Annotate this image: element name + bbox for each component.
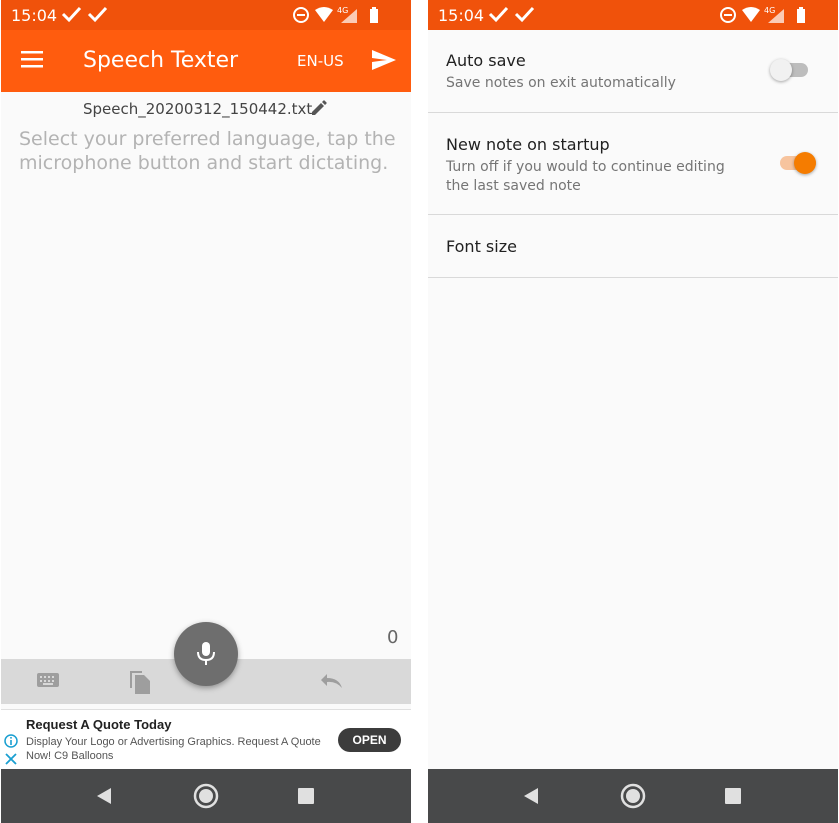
mic-button[interactable] [174, 622, 238, 686]
ad-title[interactable]: Request A Quote Today [26, 717, 171, 732]
status-icons: 4G [718, 4, 828, 31]
speech-texter-screen: 15:04 4G Speech Texter EN-US Speech_2020… [1, 0, 411, 823]
menu-icon[interactable] [21, 50, 43, 73]
word-count: 0 [387, 627, 399, 648]
status-time: 15:04 [438, 6, 485, 25]
dnd-icon [293, 7, 309, 23]
signal-icon: 4G [764, 6, 784, 23]
home-icon[interactable] [192, 782, 220, 815]
check-icon [488, 6, 535, 23]
system-nav-bar [428, 769, 838, 823]
settings-screen: 15:04 4G Auto save Save notes on exit au… [428, 0, 838, 823]
setting-font-size[interactable]: Font size [428, 215, 838, 278]
wifi-icon [742, 7, 760, 22]
edit-icon[interactable] [310, 99, 328, 122]
undo-icon[interactable] [319, 673, 345, 694]
send-icon[interactable] [371, 49, 397, 76]
check-icons [61, 4, 109, 29]
recents-icon[interactable] [297, 787, 315, 810]
language-selector[interactable]: EN-US [297, 52, 344, 70]
system-nav-bar [1, 769, 411, 823]
ad-body[interactable]: Display Your Logo or Advertising Graphic… [26, 735, 336, 763]
ad-open-button[interactable]: OPEN [338, 728, 401, 752]
check-icon [61, 6, 108, 23]
dnd-icon [720, 7, 736, 23]
status-bar: 15:04 4G [428, 0, 838, 30]
dictation-text-area[interactable]: Select your preferred language, tap the … [19, 127, 399, 175]
setting-new-note-on-startup[interactable]: New note on startup Turn off if you woul… [428, 113, 838, 215]
battery-icon [797, 7, 805, 23]
info-icon[interactable] [4, 734, 18, 753]
note-filename[interactable]: Speech_20200312_150442.txt [83, 100, 312, 118]
status-icons: 4G [291, 4, 401, 31]
home-icon[interactable] [619, 782, 647, 815]
setting-title: Auto save [446, 51, 526, 70]
setting-auto-save[interactable]: Auto save Save notes on exit automatical… [428, 30, 838, 113]
back-icon[interactable] [95, 787, 113, 810]
setting-title: New note on startup [446, 135, 610, 154]
back-icon[interactable] [522, 787, 540, 810]
battery-icon [370, 7, 378, 23]
wifi-icon [315, 7, 333, 22]
svg-text:4G: 4G [764, 6, 775, 15]
ad-banner[interactable]: Request A Quote Today Display Your Logo … [1, 709, 411, 770]
mic-icon [197, 642, 215, 665]
copy-icon[interactable] [128, 669, 152, 700]
svg-text:4G: 4G [337, 6, 348, 15]
check-icons [488, 4, 536, 29]
setting-subtitle: Turn off if you would to continue editin… [446, 159, 725, 194]
app-title: Speech Texter [83, 48, 239, 73]
keyboard-icon[interactable] [36, 671, 60, 694]
close-icon[interactable] [5, 752, 17, 770]
setting-subtitle: Save notes on exit automatically [446, 75, 676, 91]
signal-icon: 4G [337, 6, 357, 23]
recents-icon[interactable] [724, 787, 742, 810]
setting-title: Font size [446, 237, 517, 256]
app-bar: Speech Texter EN-US [1, 30, 411, 92]
status-bar: 15:04 4G [1, 0, 411, 30]
status-time: 15:04 [11, 6, 58, 25]
